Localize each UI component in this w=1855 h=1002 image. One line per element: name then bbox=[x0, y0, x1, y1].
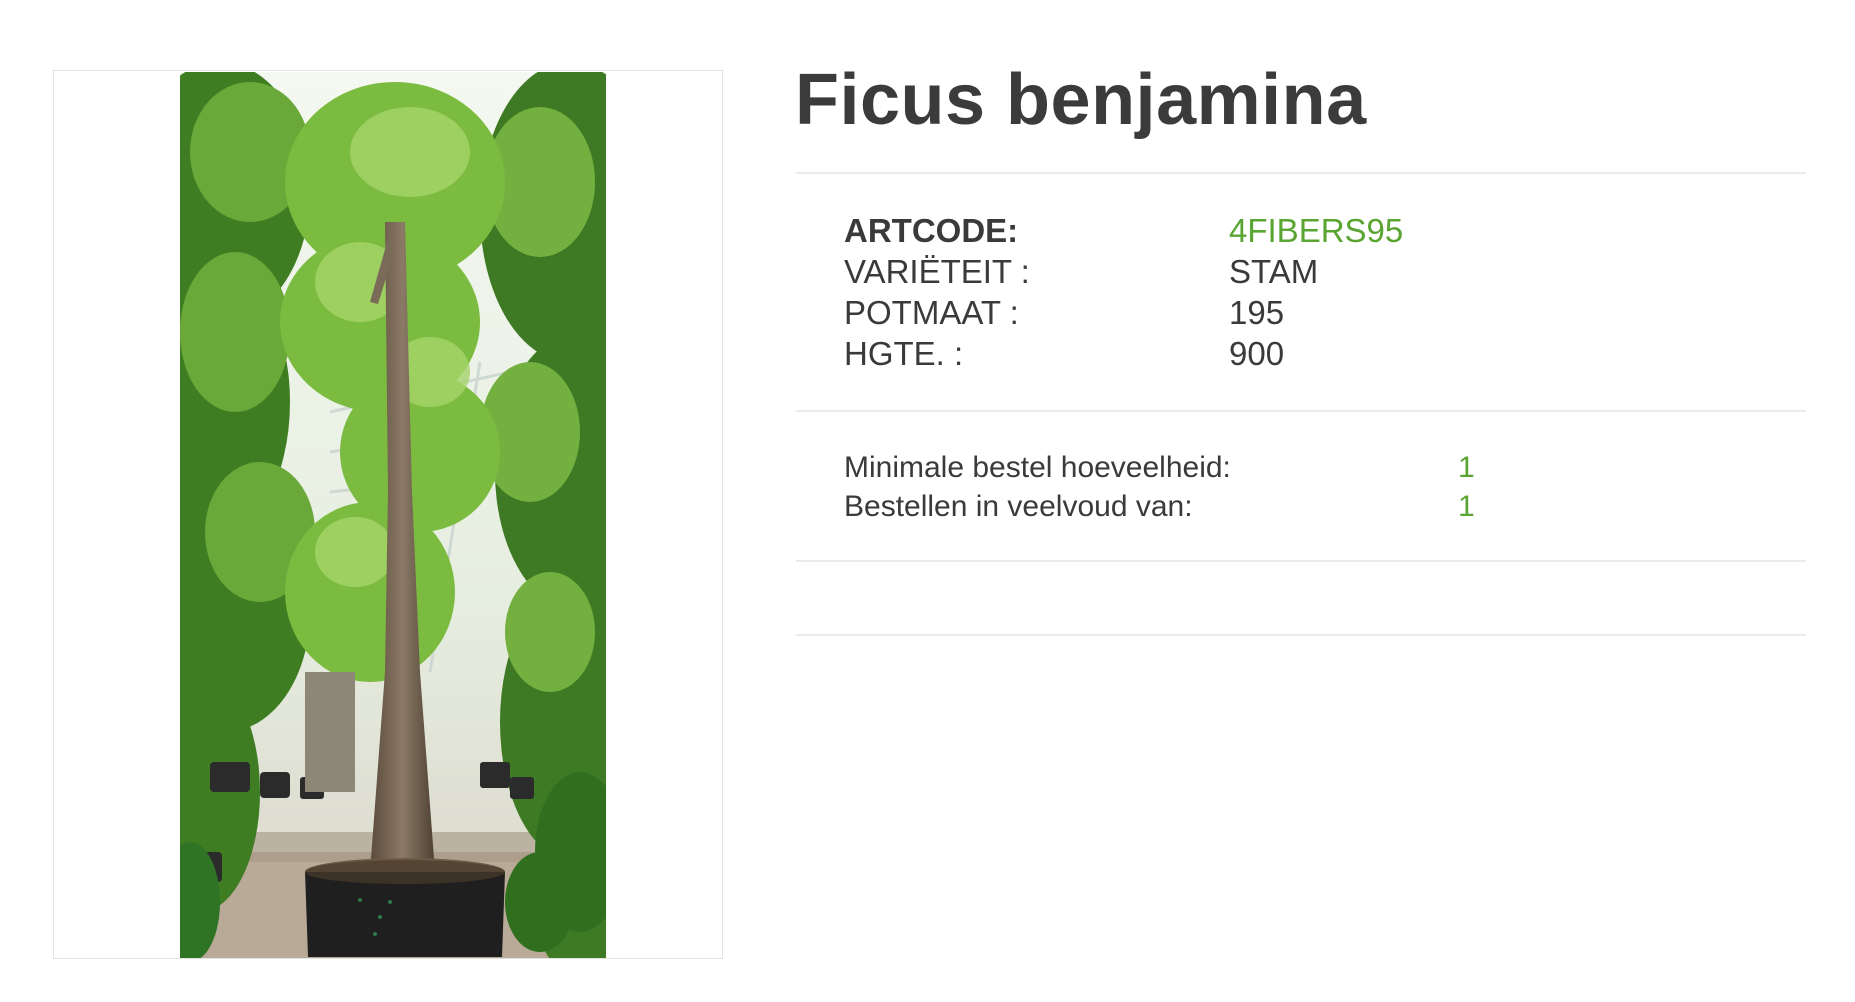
order-label: Bestellen in veelvoud van: bbox=[844, 490, 1193, 523]
spec-value-variety: STAM bbox=[1229, 253, 1319, 290]
spec-label: ARTCODE: bbox=[844, 212, 1019, 249]
divider bbox=[796, 634, 1806, 636]
spec-value-height: 900 bbox=[1229, 335, 1285, 372]
spec-label: HGTE. : bbox=[844, 335, 964, 372]
spec-value-artcode: 4FIBERS95 bbox=[1229, 212, 1404, 249]
spec-value-pot-size: 195 bbox=[1229, 294, 1285, 331]
order-value-multiple: 1 bbox=[1458, 490, 1475, 523]
product-photo bbox=[180, 72, 606, 958]
divider bbox=[796, 410, 1806, 412]
ficus-tree-photo bbox=[180, 72, 606, 958]
spec-label: POTMAAT : bbox=[844, 294, 1019, 331]
spec-label: VARIËTEIT : bbox=[844, 253, 1030, 290]
divider bbox=[796, 172, 1806, 174]
order-value-minimum: 1 bbox=[1458, 451, 1475, 484]
divider bbox=[796, 560, 1806, 562]
order-label: Minimale bestel hoeveelheid: bbox=[844, 451, 1231, 484]
product-image-frame bbox=[53, 70, 723, 959]
product-title: Ficus benjamina bbox=[795, 60, 1367, 140]
